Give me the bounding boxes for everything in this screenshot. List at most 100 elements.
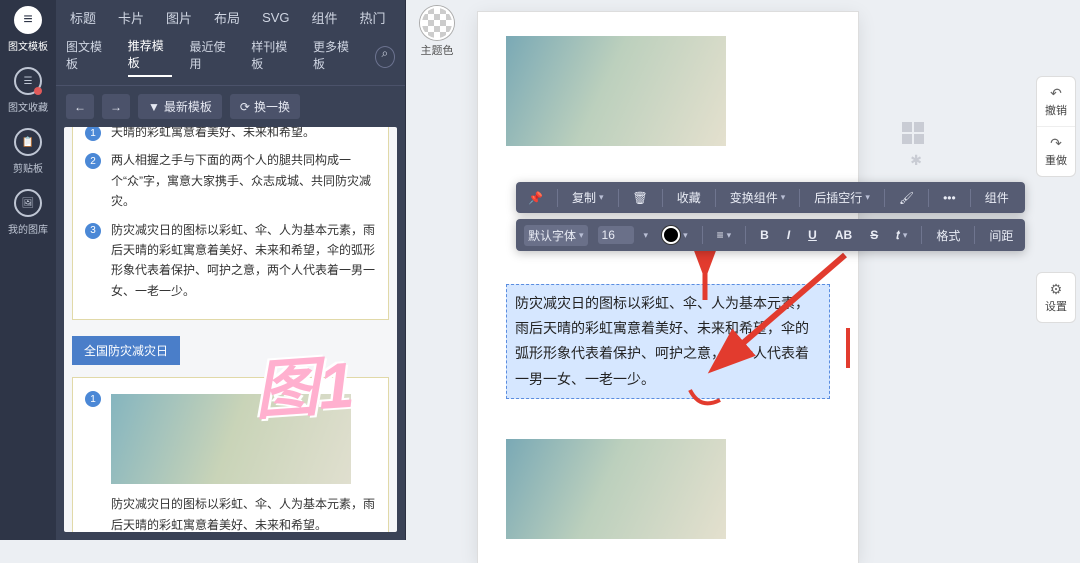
tab-article-template[interactable]: 图文模板 [66,38,110,76]
search-icon: ⌕ [382,46,389,65]
chevron-down-icon: ▾ [683,230,688,241]
nav-back-button[interactable]: ← [66,94,94,119]
cat-svg[interactable]: SVG [262,10,289,25]
theme-color-picker[interactable]: 主题色 [420,6,454,58]
chevron-down-icon[interactable]: ▾ [644,230,649,241]
chevron-down-icon: ▾ [865,192,870,203]
toolbar-row-text: 默认字体 ▾ 16▾ ▾ ≡▾ B I U AB S 𝑡▾ 格式 间距 [516,219,1025,251]
paint-button[interactable]: 🖌 [895,189,918,207]
tab-recent[interactable]: 最近使用 [190,38,234,76]
bold-button[interactable]: B [756,226,773,244]
more-button[interactable]: ••• [939,189,960,207]
favorites-icon: ☰ [14,67,42,95]
latest-template-button[interactable]: ▼最新模板 [138,94,222,119]
tab-sample[interactable]: 样刊模板 [251,38,295,76]
template-tag[interactable]: 全国防灾减灾日 [72,336,180,365]
swap-button[interactable]: ⟳换一换 [230,94,300,119]
rail-item-gallery[interactable]: 🖼 我的图库 [6,189,50,236]
bullet-text: 防灾减灾日的图标以彩虹、伞、人为基本元素，雨后天晴的彩虹寓意着美好、未来和希望。 [111,494,376,532]
annotation-mark [846,328,850,368]
bullet-text: 防灾减灾日的图标以彩虹、伞、人为基本元素，雨后天晴的彩虹寓意着美好、未来和希望，… [111,220,376,302]
template-card[interactable]: 1天晴的彩虹寓意着美好、未来和希望。 2两人相握之手与下面的两个人的腿共同构成一… [72,127,389,320]
floating-toolbar: 📌 复制▾ 🗑 收藏 变换组件▾ 后插空行▾ 🖌 ••• 组件 默认字体 ▾ 1… [516,182,1025,251]
gear-icon: ⚙ [1041,281,1071,298]
document-page[interactable]: 防灾减灾日的图标以彩虹、伞、人为基本元素，雨后天晴的彩虹寓意着美好、未来和希望，… [478,12,858,563]
search-button[interactable]: ⌕ [375,46,395,68]
nav-forward-button[interactable]: → [102,94,130,119]
ab-button[interactable]: AB [831,226,856,244]
bullet-number: 1 [85,391,101,407]
editor-canvas[interactable]: 防灾减灾日的图标以彩虹、伞、人为基本元素，雨后天晴的彩虹寓意着美好、未来和希望，… [406,0,1080,540]
font-size-input[interactable]: 16 [598,226,634,244]
spacing-button[interactable]: 间距 [985,225,1017,246]
redo-icon: ↷ [1041,135,1071,152]
rail-item-templates[interactable]: ≡ 图文模板 [6,6,50,53]
format-button[interactable]: 格式 [932,225,964,246]
cat-image[interactable]: 图片 [166,8,192,27]
theme-label: 主题色 [420,42,454,58]
filter-icon: ▼ [148,100,160,114]
left-rail: ≡ 图文模板 ☰ 图文收藏 📋 剪贴板 🖼 我的图库 [0,0,56,540]
arrow-right-icon: → [110,100,122,114]
paint-icon: 🖌 [899,191,914,205]
text-color-button[interactable]: ▾ [658,224,692,246]
tab-more[interactable]: 更多模板 [313,38,357,76]
cat-title[interactable]: 标题 [70,8,96,27]
color-dot-icon [662,226,680,244]
pin-button[interactable]: 📌 [524,189,547,207]
chevron-down-icon: ▾ [727,230,732,241]
template-sidebar: 标题 卡片 图片 布局 SVG 组件 热门 图文模板 推荐模板 最近使用 样刊模… [56,0,406,540]
transparency-swatch-icon [420,6,454,40]
layout-grid-button[interactable] [902,122,924,144]
strike-button[interactable]: S [866,226,882,244]
rail-item-label: 剪贴板 [6,160,50,175]
arrow-left-icon: ← [74,100,86,114]
toolbar-row-actions: 📌 复制▾ 🗑 收藏 变换组件▾ 后插空行▾ 🖌 ••• 组件 [516,182,1025,213]
align-icon: ≡ [717,228,724,242]
delete-button[interactable]: 🗑 [629,189,652,207]
rail-item-clipboard[interactable]: 📋 剪贴板 [6,128,50,175]
chevron-down-icon: ▾ [579,230,584,241]
undo-button[interactable]: ↶撤销 [1037,77,1075,127]
selected-text-block[interactable]: 防灾减灾日的图标以彩虹、伞、人为基本元素，雨后天晴的彩虹寓意着美好、未来和希望，… [506,284,830,399]
align-button[interactable]: ≡▾ [713,226,736,244]
trash-icon: 🗑 [633,191,648,205]
cat-component[interactable]: 组件 [312,8,338,27]
rail-item-favorites[interactable]: ☰ 图文收藏 [6,67,50,114]
more-icon: ••• [943,191,956,205]
gallery-icon: 🖼 [14,189,42,217]
transform-button[interactable]: 变换组件▾ [726,187,790,208]
chevron-down-icon: ▾ [903,230,908,241]
tab-recommended[interactable]: 推荐模板 [128,37,172,77]
copy-button[interactable]: 复制▾ [568,187,608,208]
tt-button[interactable]: 𝑡▾ [892,226,911,245]
settings-button[interactable]: ⚙设置 [1037,273,1075,322]
layout-star-button[interactable]: ✱ [910,152,922,169]
page-image[interactable] [506,439,726,539]
chevron-down-icon: ▾ [599,192,604,203]
chevron-down-icon: ▾ [781,192,786,203]
template-card[interactable]: 1 防灾减灾日的图标以彩虹、伞、人为基本元素，雨后天晴的彩虹寓意着美好、未来和希… [72,377,389,532]
favorite-button[interactable]: 收藏 [673,187,705,208]
template-list[interactable]: 1天晴的彩虹寓意着美好、未来和希望。 2两人相握之手与下面的两个人的腿共同构成一… [64,127,397,532]
template-tabs: 图文模板 推荐模板 最近使用 样刊模板 更多模板 ⌕ [56,33,405,86]
cat-layout[interactable]: 布局 [214,8,240,27]
rail-item-label: 图文模板 [6,38,50,53]
italic-button[interactable]: I [783,226,794,244]
rail-item-label: 图文收藏 [6,99,50,114]
underline-button[interactable]: U [804,226,821,244]
rail-item-label: 我的图库 [6,221,50,236]
page-image[interactable] [506,36,726,146]
cat-card[interactable]: 卡片 [118,8,144,27]
components-button[interactable]: 组件 [981,187,1013,208]
template-thumbnail [111,394,351,484]
redo-button[interactable]: ↷重做 [1037,127,1075,176]
pin-icon: 📌 [528,191,543,205]
right-rail: ↶撤销 ↷重做 [1036,76,1076,177]
insert-blank-button[interactable]: 后插空行▾ [810,187,874,208]
cat-hot[interactable]: 热门 [360,8,386,27]
refresh-icon: ⟳ [240,100,250,114]
font-family-select[interactable]: 默认字体 ▾ [524,225,588,246]
right-rail-settings: ⚙设置 [1036,272,1076,323]
clipboard-icon: 📋 [14,128,42,156]
